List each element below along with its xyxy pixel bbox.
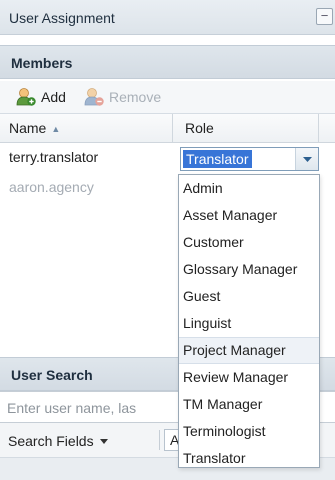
- role-dropdown-list: Admin Asset Manager Customer Glossary Ma…: [178, 174, 320, 468]
- table-row[interactable]: terry.translator Translator: [0, 143, 335, 171]
- sort-ascending-icon: ▲: [51, 124, 61, 134]
- name-column-header[interactable]: Name ▲: [0, 114, 173, 142]
- minus-icon: −: [320, 8, 329, 23]
- members-title: Members: [11, 55, 73, 71]
- name-column-label: Name: [9, 120, 47, 136]
- member-name: aaron.agency: [9, 179, 94, 195]
- role-option[interactable]: Glossary Manager: [179, 256, 319, 283]
- search-fields-label: Search Fields: [8, 433, 94, 449]
- role-dropdown-trigger[interactable]: [295, 148, 318, 170]
- toolbar-separator: [159, 430, 160, 450]
- member-name: terry.translator: [9, 149, 99, 165]
- add-user-icon: [16, 88, 36, 106]
- role-option[interactable]: Customer: [179, 229, 319, 256]
- chevron-down-icon: [302, 156, 312, 162]
- add-member-button[interactable]: Add: [15, 86, 66, 108]
- collapse-button[interactable]: −: [316, 8, 333, 25]
- role-column-header[interactable]: Role: [173, 114, 319, 142]
- remove-member-button[interactable]: Remove: [83, 86, 161, 108]
- role-option[interactable]: Translator: [179, 445, 319, 472]
- members-grid-header: Name ▲ Role: [0, 114, 335, 143]
- role-option[interactable]: Linguist: [179, 310, 319, 337]
- add-member-label: Add: [41, 89, 66, 105]
- members-section-header: Members: [0, 45, 335, 79]
- search-fields-menu[interactable]: Search Fields: [8, 433, 109, 449]
- role-option[interactable]: TM Manager: [179, 391, 319, 418]
- role-option[interactable]: Terminologist: [179, 418, 319, 445]
- role-option[interactable]: Asset Manager: [179, 202, 319, 229]
- remove-member-label: Remove: [109, 89, 162, 105]
- user-search-title: User Search: [11, 367, 93, 383]
- remove-user-icon: [84, 88, 104, 106]
- role-option[interactable]: Review Manager: [179, 364, 319, 391]
- role-option[interactable]: Guest: [179, 283, 319, 310]
- panel-title: User Assignment: [9, 10, 115, 26]
- role-column-label: Role: [185, 120, 214, 136]
- role-select[interactable]: Translator: [180, 147, 319, 171]
- role-option[interactable]: Project Manager: [179, 337, 319, 364]
- members-toolbar: Add Remove: [0, 81, 335, 114]
- caret-down-icon: [100, 439, 109, 444]
- role-option[interactable]: Admin: [179, 175, 319, 202]
- role-select-value: Translator: [183, 150, 252, 168]
- panel-header: User Assignment −: [0, 0, 335, 35]
- user-search-placeholder: Enter user name, las: [7, 400, 137, 416]
